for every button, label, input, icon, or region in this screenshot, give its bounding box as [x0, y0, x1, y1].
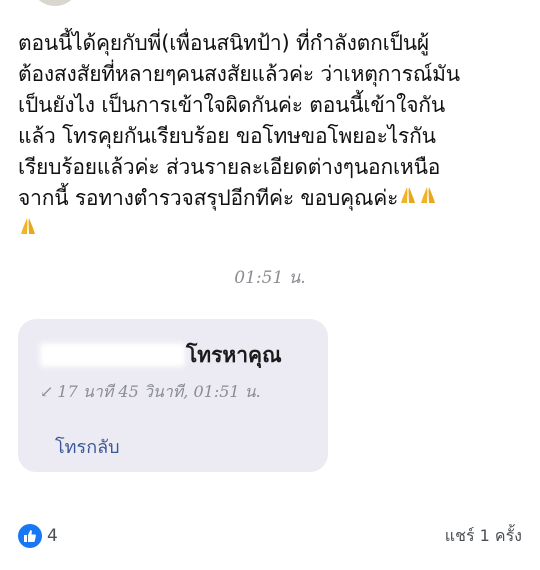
post-line: ตอนนี้ได้คุยกับพี่(เพื่อนสนิทป้า) ที่กำล…: [18, 31, 429, 55]
redacted-contact-name: [40, 343, 185, 367]
folded-hands-icon: [398, 183, 418, 214]
avatar[interactable]: [30, 0, 80, 6]
folded-hands-icon: [418, 183, 438, 214]
post-line: ต้องสงสัยที่หลายๆคนสงสัยแล้วค่ะ ว่าเหตุก…: [18, 62, 460, 86]
call-details: ↙ 17 นาที 45 วินาที, 01:51 น.: [40, 380, 261, 405]
call-back-button[interactable]: โทรกลับ: [55, 432, 120, 461]
share-count-link[interactable]: แชร์ 1 ครั้ง: [445, 524, 522, 548]
thumbs-up-icon[interactable]: [18, 524, 42, 548]
post-message: ตอนนี้ได้คุยกับพี่(เพื่อนสนิทป้า) ที่กำล…: [18, 28, 533, 245]
incoming-arrow-icon: ↙: [40, 382, 54, 401]
post-line: เรียบร้อยแล้วค่ะ ส่วนรายละเอียดต่างๆนอกเ…: [18, 155, 441, 179]
folded-hands-icon: [18, 214, 38, 245]
call-duration: 17 นาที 45 วินาที, 01:51 น.: [57, 382, 261, 401]
post-line: แล้ว โทรคุยกันเรียบร้อย ขอโทษขอโพยอะไรกั…: [18, 124, 436, 148]
post-line: เป็นยังไง เป็นการเข้าใจผิดกันค่ะ ตอนนี้เ…: [18, 93, 445, 117]
post-line: จากนี้ รอทางตำรวจสรุปอีกทีค่ะ ขอบคุณค่ะ: [18, 186, 399, 210]
call-title: โทรหาคุณ: [186, 342, 282, 367]
call-log-card[interactable]: โทรหาคุณ ↙ 17 นาที 45 วินาที, 01:51 น. โท…: [18, 319, 328, 472]
like-count[interactable]: 4: [47, 524, 58, 548]
chat-timestamp: 01:51 น.: [234, 268, 306, 288]
